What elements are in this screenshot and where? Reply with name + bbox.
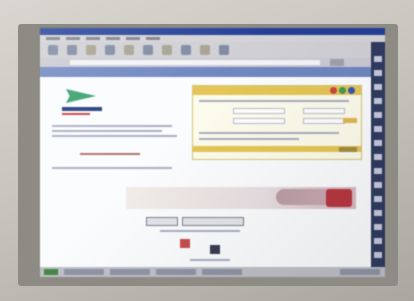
red-circle-icon: [330, 87, 337, 94]
go-button[interactable]: [330, 59, 344, 66]
menu-item[interactable]: [146, 37, 160, 40]
taskbar: [40, 267, 385, 277]
history-icon[interactable]: [181, 45, 191, 55]
menu-item[interactable]: [126, 37, 140, 40]
favorites-icon[interactable]: [162, 45, 172, 55]
menu-item[interactable]: [106, 37, 120, 40]
body-text-line: [52, 130, 162, 132]
panel-text-line: [199, 100, 349, 102]
home-icon[interactable]: [124, 45, 134, 55]
username-field[interactable]: [233, 108, 285, 114]
taskbar-item[interactable]: [64, 269, 104, 275]
footer-crest-icon: [210, 245, 220, 254]
monitor-screen: [40, 28, 385, 277]
browser-toolbar: [40, 42, 385, 58]
sidebar-item[interactable]: [374, 56, 382, 62]
sidebar-item[interactable]: [374, 154, 382, 160]
nav-button[interactable]: [146, 217, 178, 226]
sidebar-item[interactable]: [374, 98, 382, 104]
secondary-header-bar: [193, 146, 361, 152]
sidebar-item[interactable]: [374, 238, 382, 244]
sidebar-item[interactable]: [374, 224, 382, 230]
promo-thumbnail[interactable]: [326, 189, 352, 207]
promo-banner[interactable]: [126, 187, 356, 209]
body-text-line: [52, 167, 172, 169]
footer-text-line: [160, 230, 240, 232]
login-panel: [192, 85, 362, 160]
sidebar-item[interactable]: [374, 182, 382, 188]
text-field[interactable]: [233, 118, 285, 124]
web-page-content: [40, 77, 371, 267]
system-tray: [340, 269, 380, 275]
blue-circle-icon: [348, 87, 355, 94]
sidebar-item[interactable]: [374, 140, 382, 146]
address-bar: [40, 58, 385, 67]
nav-button[interactable]: [182, 217, 244, 226]
start-button[interactable]: [44, 269, 58, 275]
address-input[interactable]: [70, 60, 320, 65]
panel-text-line: [199, 138, 299, 140]
mail-icon[interactable]: [200, 45, 210, 55]
site-logo-wordmark: [62, 107, 102, 111]
footer-text-line: [190, 259, 230, 261]
search-icon[interactable]: [143, 45, 153, 55]
sidebar-item[interactable]: [374, 168, 382, 174]
links-bar: [40, 67, 385, 77]
menu-item[interactable]: [66, 37, 80, 40]
forward-icon[interactable]: [67, 45, 77, 55]
sidebar-item[interactable]: [374, 210, 382, 216]
browser-menubar: [40, 35, 385, 42]
right-sidebar: [371, 42, 385, 272]
print-icon[interactable]: [219, 45, 229, 55]
menu-item[interactable]: [86, 37, 100, 40]
site-logo-tagline: [62, 113, 90, 115]
taskbar-item[interactable]: [110, 269, 150, 275]
sidebar-item[interactable]: [374, 70, 382, 76]
password-field[interactable]: [303, 108, 345, 114]
site-logo-icon: [66, 89, 96, 103]
refresh-icon[interactable]: [105, 45, 115, 55]
taskbar-item[interactable]: [156, 269, 196, 275]
submit-button[interactable]: [343, 118, 357, 123]
body-text-line: [80, 153, 140, 155]
footer-logo-icon: [180, 239, 190, 248]
sidebar-item[interactable]: [374, 112, 382, 118]
sidebar-item[interactable]: [374, 84, 382, 90]
sidebar-item[interactable]: [374, 252, 382, 258]
menu-item[interactable]: [46, 37, 60, 40]
stop-icon[interactable]: [86, 45, 96, 55]
browser-titlebar: [40, 28, 385, 35]
green-circle-icon: [339, 87, 346, 94]
sidebar-item[interactable]: [374, 196, 382, 202]
panel-text-line: [199, 132, 339, 134]
body-text-line: [52, 125, 172, 127]
sidebar-item[interactable]: [374, 126, 382, 132]
text-field[interactable]: [303, 118, 345, 124]
login-panel-icons: [330, 87, 355, 94]
back-icon[interactable]: [48, 45, 58, 55]
secondary-button[interactable]: [339, 147, 357, 152]
body-text-line: [52, 135, 177, 137]
taskbar-item[interactable]: [202, 269, 242, 275]
